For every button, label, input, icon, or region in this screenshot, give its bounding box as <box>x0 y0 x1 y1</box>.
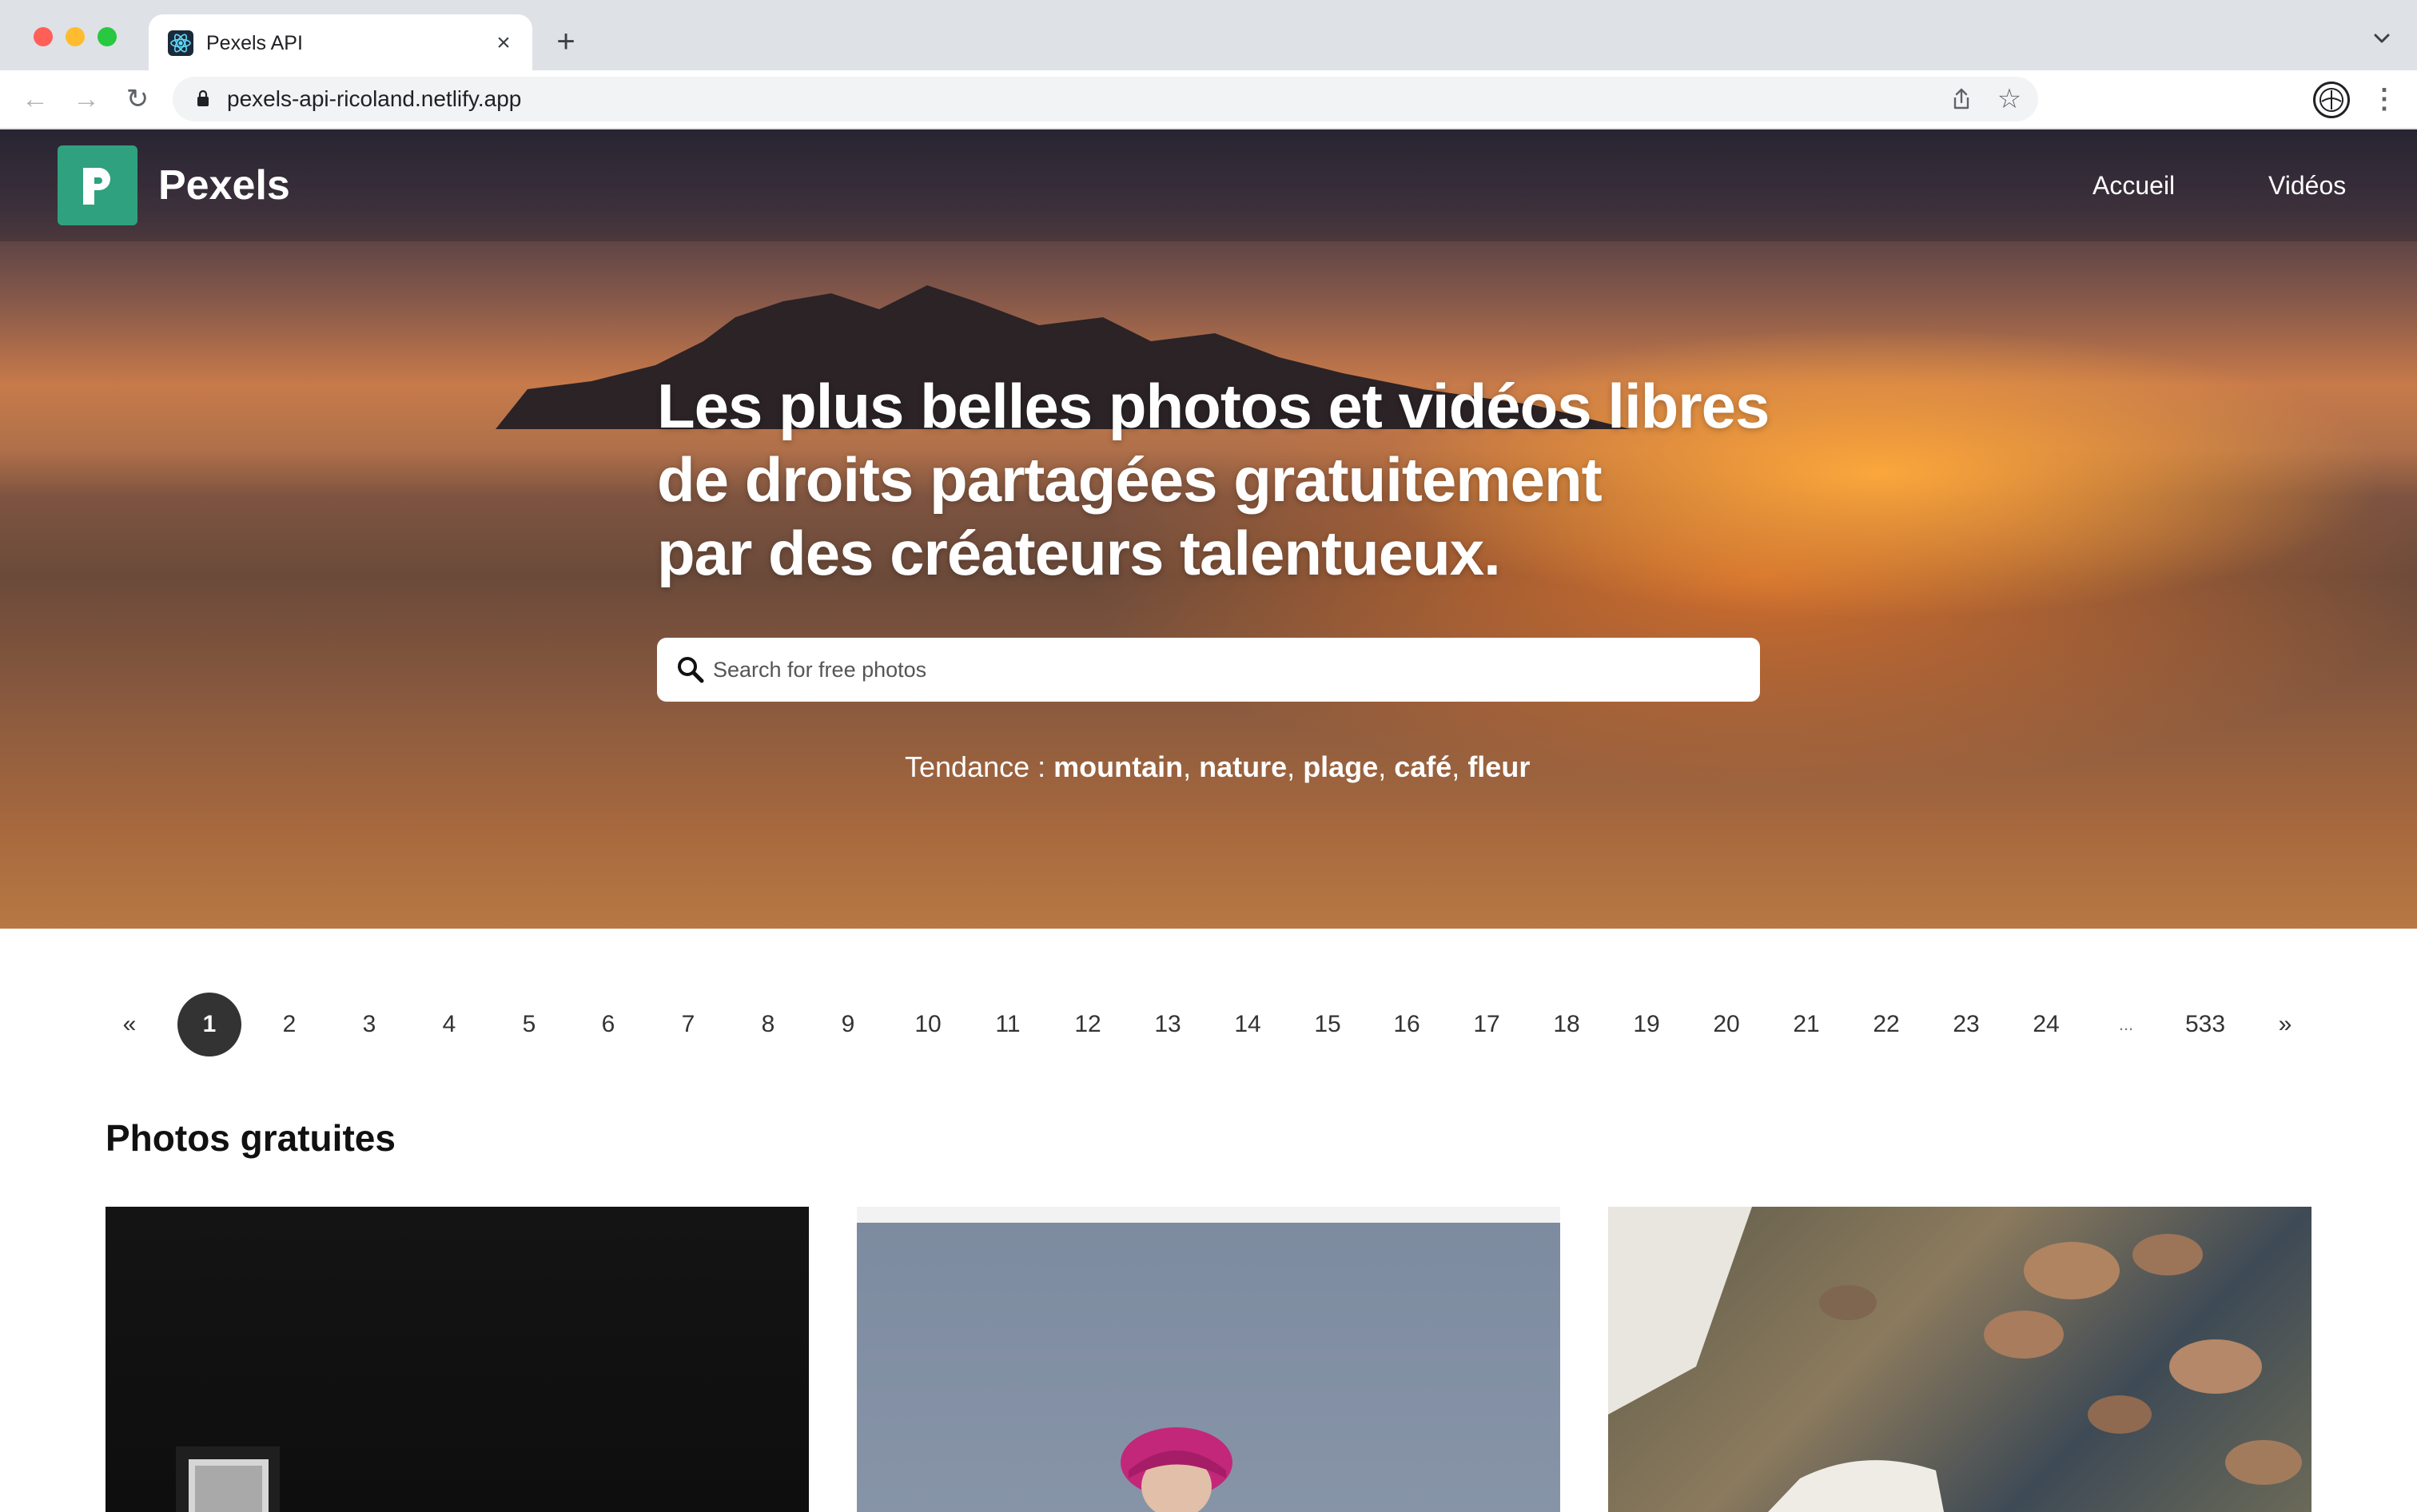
pagination-page-18[interactable]: 18 <box>1535 993 1599 1056</box>
pagination-page-7[interactable]: 7 <box>656 993 720 1056</box>
pagination-page-17[interactable]: 17 <box>1455 993 1519 1056</box>
brand-name[interactable]: Pexels <box>158 161 290 209</box>
hero-title-line: par des créateurs talentueux. <box>657 518 1501 588</box>
pagination-page-3[interactable]: 3 <box>337 993 401 1056</box>
pagination-page-14[interactable]: 14 <box>1216 993 1280 1056</box>
photo-card[interactable] <box>1608 1207 2311 1512</box>
window-minimize-button[interactable] <box>66 27 85 46</box>
pagination-page-2[interactable]: 2 <box>257 993 321 1056</box>
nav-link-accueil[interactable]: Accueil <box>2092 169 2175 201</box>
pagination-page-last[interactable]: 533 <box>2173 993 2237 1056</box>
bookmark-star-icon[interactable]: ☆ <box>1995 85 2024 113</box>
pagination-page-16[interactable]: 16 <box>1375 993 1439 1056</box>
pagination-page-19[interactable]: 19 <box>1615 993 1678 1056</box>
site-header: Pexels Accueil Vidéos <box>0 129 2417 241</box>
window-close-button[interactable] <box>34 27 53 46</box>
trending-tag-fleur[interactable]: fleur <box>1467 750 1530 783</box>
pagination-page-12[interactable]: 12 <box>1056 993 1120 1056</box>
pagination-page-6[interactable]: 6 <box>576 993 640 1056</box>
pagination-page-11[interactable]: 11 <box>976 993 1040 1056</box>
pagination-page-9[interactable]: 9 <box>816 993 880 1056</box>
pagination-page-23[interactable]: 23 <box>1934 993 1998 1056</box>
pagination-page-20[interactable]: 20 <box>1694 993 1758 1056</box>
photo-thumbnail <box>1608 1207 2302 1512</box>
pagination-page-10[interactable]: 10 <box>896 993 960 1056</box>
pagination-page-13[interactable]: 13 <box>1136 993 1200 1056</box>
tab-title: Pexels API <box>206 32 303 54</box>
section-title: Photos gratuites <box>106 1117 396 1159</box>
trending-tag-cafe[interactable]: café <box>1394 750 1451 783</box>
pagination-page-24[interactable]: 24 <box>2014 993 2078 1056</box>
search-bar <box>657 638 1760 702</box>
browser-menu-icon[interactable]: ⋮ <box>2371 83 2398 115</box>
photo-card[interactable] <box>857 1207 1560 1512</box>
reload-icon[interactable]: ↻ <box>121 83 153 115</box>
url-text[interactable]: pexels-api-ricoland.netlify.app <box>227 87 521 111</box>
browser-toolbar: ← → ↻ pexels-api-ricoland.netlify.app ☆ … <box>0 70 2417 129</box>
tab-close-icon[interactable]: × <box>488 27 520 59</box>
trending-tag-plage[interactable]: plage <box>1303 750 1378 783</box>
pagination: «1 2 3 4 5 6 7 8 9 10 11 12 13 14 15 16 17 18 19 20 21 22 23 24… <box>0 991 2417 1058</box>
pagination-next-button[interactable]: » <box>2253 993 2317 1056</box>
trending-tags: Tendance : mountain, nature, plage, café… <box>905 750 1531 783</box>
trending-tag-mountain[interactable]: mountain <box>1053 750 1183 783</box>
browser-tab-bar: Pexels API × + <box>0 0 2417 70</box>
nav-link-videos[interactable]: Vidéos <box>2268 169 2346 201</box>
pagination-page-8[interactable]: 8 <box>736 993 800 1056</box>
photo-thumbnail <box>1121 1427 1232 1512</box>
photo-card[interactable] <box>106 1207 809 1512</box>
pagination-ellipsis: ... <box>2118 1014 2134 1034</box>
trending-tag-nature[interactable]: nature <box>1199 750 1287 783</box>
pexels-logo-icon[interactable] <box>58 145 137 225</box>
pagination-page-15[interactable]: 15 <box>1296 993 1360 1056</box>
window-zoom-button[interactable] <box>98 27 117 46</box>
react-atom-icon <box>168 30 193 56</box>
lock-icon[interactable] <box>197 90 209 107</box>
chevron-down-icon[interactable] <box>2371 27 2393 50</box>
back-arrow-icon[interactable]: ← <box>19 83 51 115</box>
hero-title-line: de droits partagées gratuitement <box>657 444 1603 515</box>
address-bar[interactable]: pexels-api-ricoland.netlify.app ☆ <box>173 77 2038 121</box>
new-tab-button[interactable]: + <box>548 24 583 59</box>
pagination-page-4[interactable]: 4 <box>417 993 481 1056</box>
share-icon[interactable] <box>1949 86 1974 112</box>
hero-title-line: Les plus belles photos et vidéos libres <box>657 371 1770 441</box>
hero-title: Les plus belles photos et vidéos libres … <box>657 369 1816 590</box>
search-input[interactable] <box>713 638 1736 702</box>
pagination-page-5[interactable]: 5 <box>497 993 561 1056</box>
search-icon[interactable] <box>676 655 705 684</box>
pagination-page-21[interactable]: 21 <box>1774 993 1838 1056</box>
pagination-page-22[interactable]: 22 <box>1854 993 1918 1056</box>
pagination-prev-button[interactable]: « <box>98 993 161 1056</box>
photo-thumbnail <box>176 1446 280 1512</box>
browser-tab-active[interactable]: Pexels API × <box>149 14 532 70</box>
forward-arrow-icon[interactable]: → <box>70 83 102 115</box>
profile-icon[interactable] <box>2313 82 2350 118</box>
trending-label: Tendance : <box>905 750 1054 783</box>
pagination-page-1[interactable]: 1 <box>177 993 241 1056</box>
